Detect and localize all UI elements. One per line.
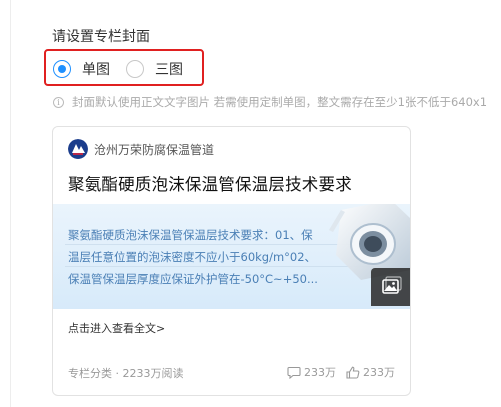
comment-count[interactable]: 233万 <box>287 364 336 380</box>
comment-icon <box>287 366 301 379</box>
section-title: 请设置专栏封面 <box>52 29 150 45</box>
three-image-label: 三图 <box>155 62 183 78</box>
cover-mode-radio-group: 单图 三图 <box>44 49 204 86</box>
like-count[interactable]: 233万 <box>346 364 395 380</box>
single-image-label: 单图 <box>82 62 110 78</box>
article-title[interactable]: 聚氨酯硬质泡沫保温管保温层技术要求 <box>68 171 352 195</box>
radio-checked-icon[interactable] <box>53 60 71 78</box>
article-preview-card[interactable]: 沧州万荣防腐保温管道 聚氨酯硬质泡沫保温管保温层技术要求 聚氨酯硬质泡沫保温管保… <box>52 126 411 396</box>
cover-text-line: 保温管保温层厚度应保证外护管在-50°C~+50... <box>68 272 318 286</box>
cover-image[interactable]: 聚氨酯硬质泡沫保温管保温层技术要求：01、保 温层任意位置的泡沫密度不应小于60… <box>53 204 410 309</box>
article-meta: 专栏分类 · 2233万阅读 <box>68 367 184 380</box>
cover-hint-text: 封面默认使用正文文字图片 若需使用定制单图，整文需存在至少1张不低于640x1 <box>72 95 488 109</box>
radio-unchecked-icon[interactable] <box>126 60 144 78</box>
cover-hint: i 封面默认使用正文文字图片 若需使用定制单图，整文需存在至少1张不低于640x… <box>53 94 487 110</box>
gallery-button[interactable] <box>371 268 410 306</box>
cover-text-line: 聚氨酯硬质泡沫保温管保温层技术要求：01、保 <box>68 228 313 242</box>
like-count-value: 233万 <box>363 366 395 379</box>
image-icon <box>382 276 402 294</box>
info-icon: i <box>53 96 64 108</box>
account-row[interactable]: 沧州万荣防腐保温管道 <box>68 139 214 159</box>
account-name: 沧州万荣防腐保温管道 <box>94 142 215 157</box>
cover-text-line: 温层任意位置的泡沫密度不应小于60kg/m°02、 <box>68 250 317 264</box>
avatar <box>68 139 88 159</box>
three-image-radio[interactable]: 三图 <box>126 59 183 79</box>
thumbs-up-icon <box>346 366 360 379</box>
single-image-radio[interactable]: 单图 <box>53 59 110 79</box>
comment-count-value: 233万 <box>304 366 336 379</box>
left-divider <box>10 0 11 407</box>
read-more-link[interactable]: 点击进入查看全文> <box>68 320 165 336</box>
